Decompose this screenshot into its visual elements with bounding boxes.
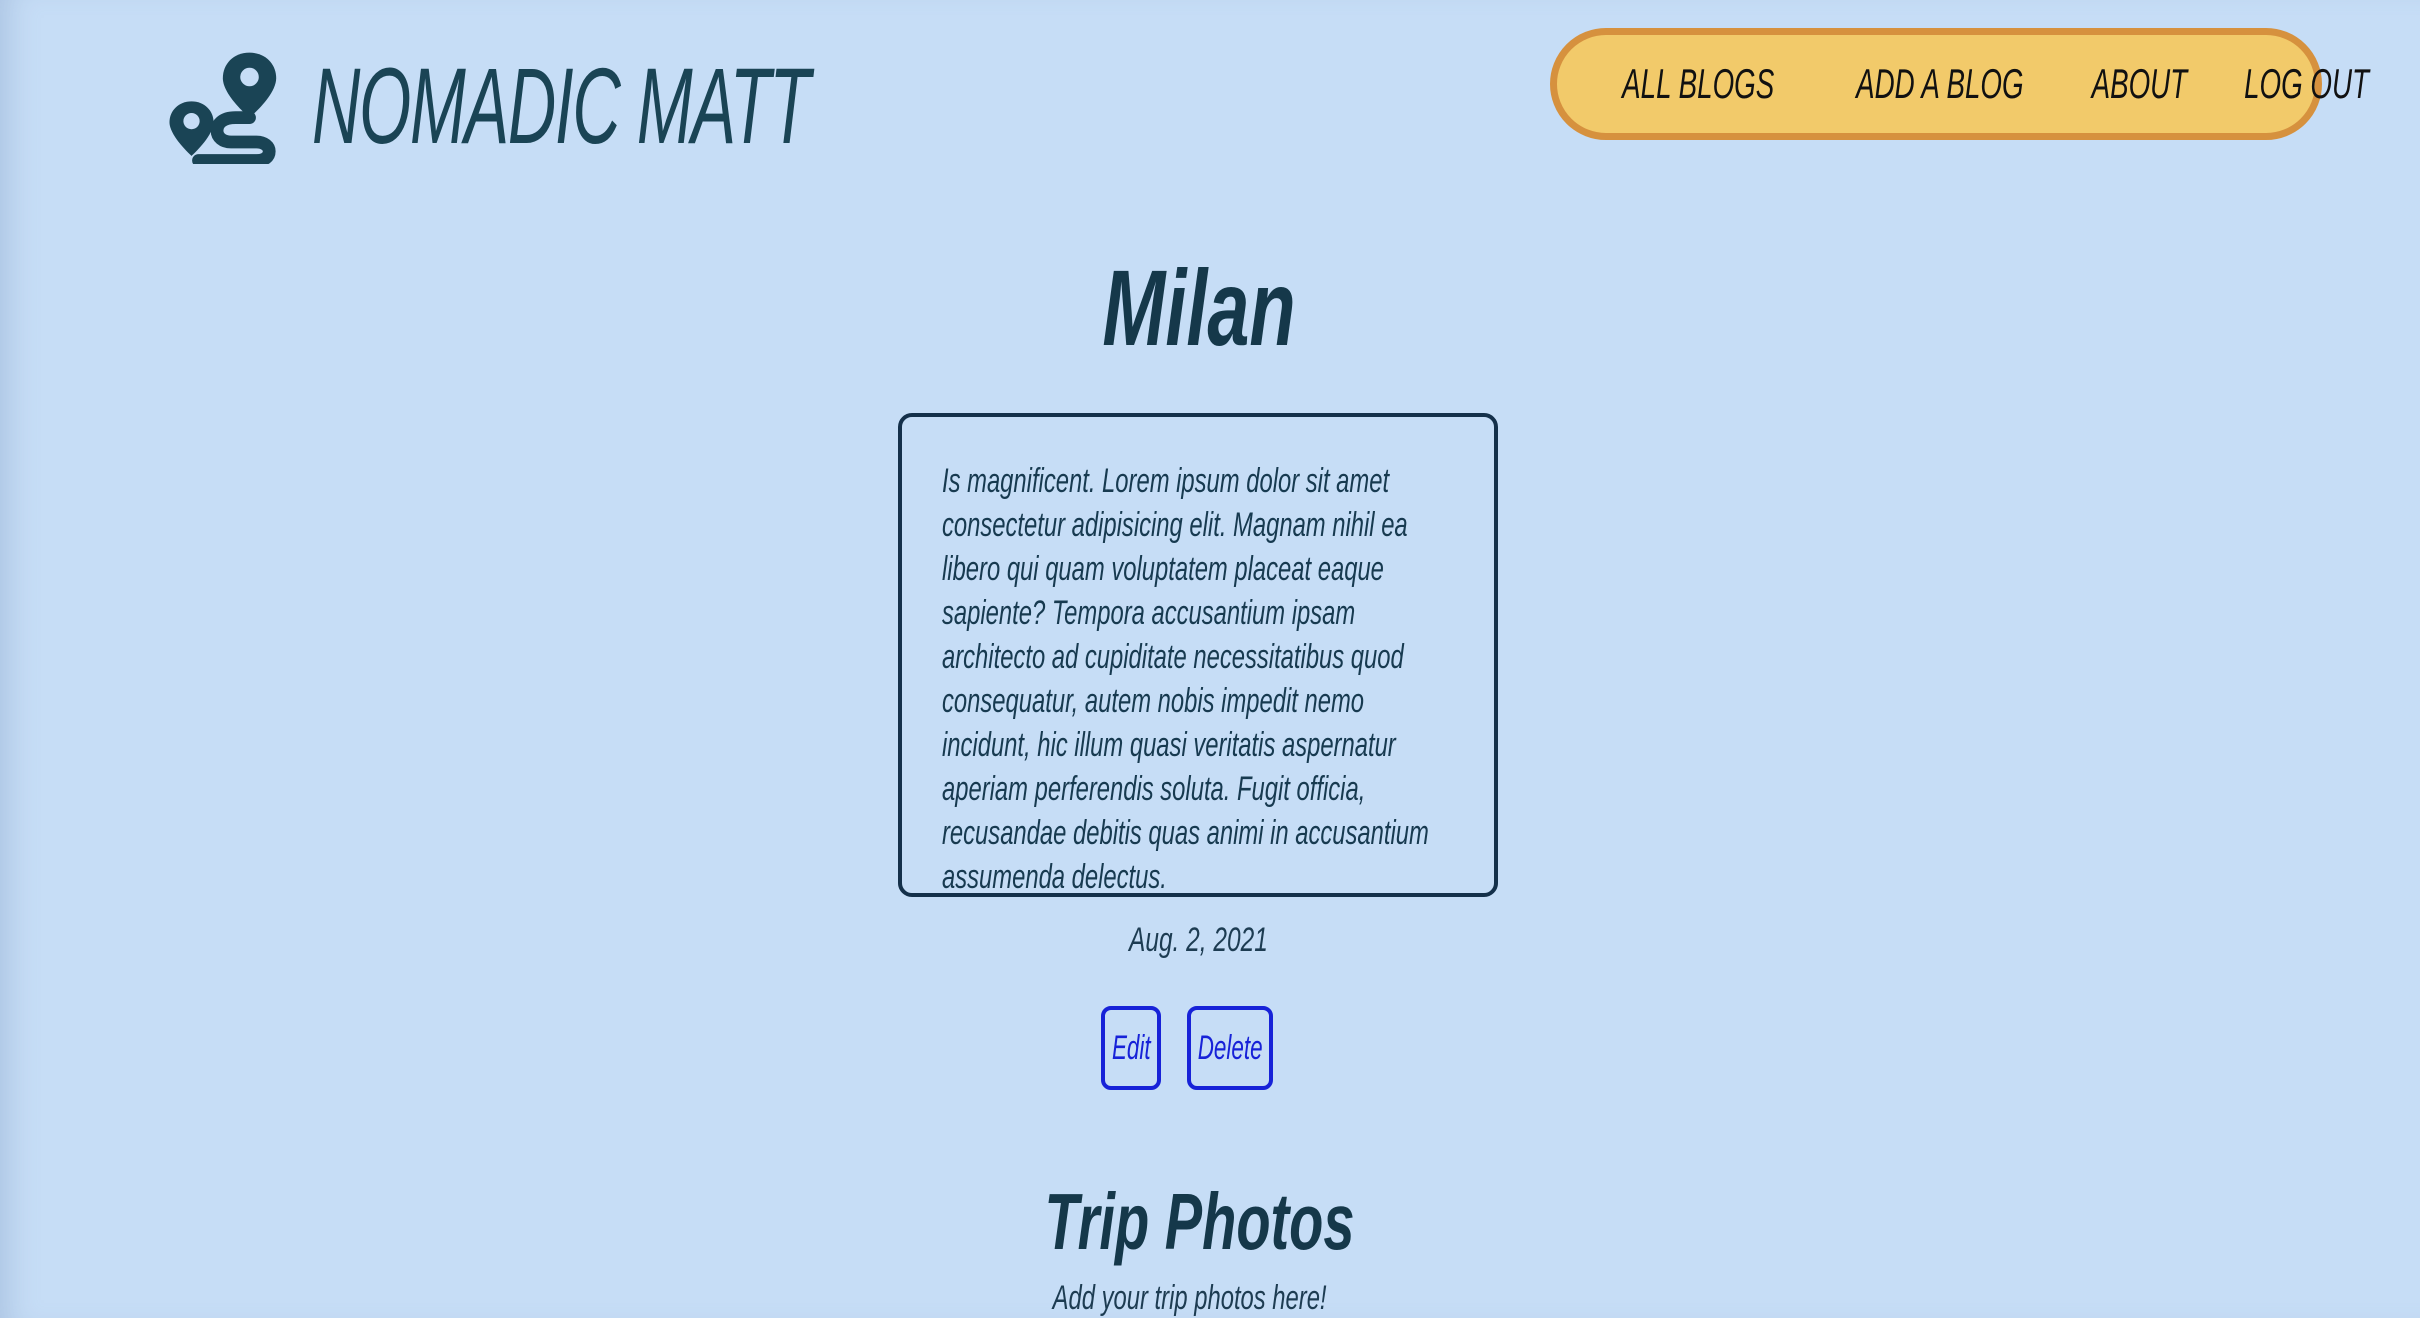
main-nav: ALL BLOGS ADD A BLOG ABOUT LOG OUT [1550,28,2369,140]
post-date: Aug. 2, 2021 [0,918,2396,962]
site-name: NOMADIC MATT [312,45,810,166]
edit-button-label: Edit [1111,1028,1151,1067]
post-date-text: Aug. 2, 2021 [1128,921,1268,959]
trip-photos-heading: Trip Photos [0,1172,2398,1272]
route-pin-icon [169,52,277,164]
post-title-text: Milan [1102,247,1296,368]
edit-button[interactable]: Edit [1101,1006,1161,1090]
site-logo-link[interactable]: NOMADIC MATT [166,46,1114,166]
page: NOMADIC MATT ALL BLOGS ADD A BLOG ABOUT … [0,0,2420,1318]
post-title: Milan [0,248,2398,368]
trip-photos-subtitle-text: Add your trip photos here! [1053,1279,1327,1317]
nav-add-a-blog[interactable]: ADD A BLOG [1856,60,2023,108]
trip-photos-subtitle: Add your trip photos here! [0,1278,2380,1318]
post-actions: Edit Delete [1101,1006,1273,1090]
delete-button-label: Delete [1197,1028,1263,1067]
post-body-box: Is magnificent. Lorem ipsum dolor sit am… [898,413,1498,897]
nav-about[interactable]: ABOUT [2092,60,2187,108]
nav-log-out[interactable]: LOG OUT [2244,60,2369,108]
post-body: Is magnificent. Lorem ipsum dolor sit am… [942,462,1429,896]
delete-button[interactable]: Delete [1187,1006,1273,1090]
nav-all-blogs[interactable]: ALL BLOGS [1622,60,1774,108]
trip-photos-heading-text: Trip Photos [1043,1177,1355,1266]
